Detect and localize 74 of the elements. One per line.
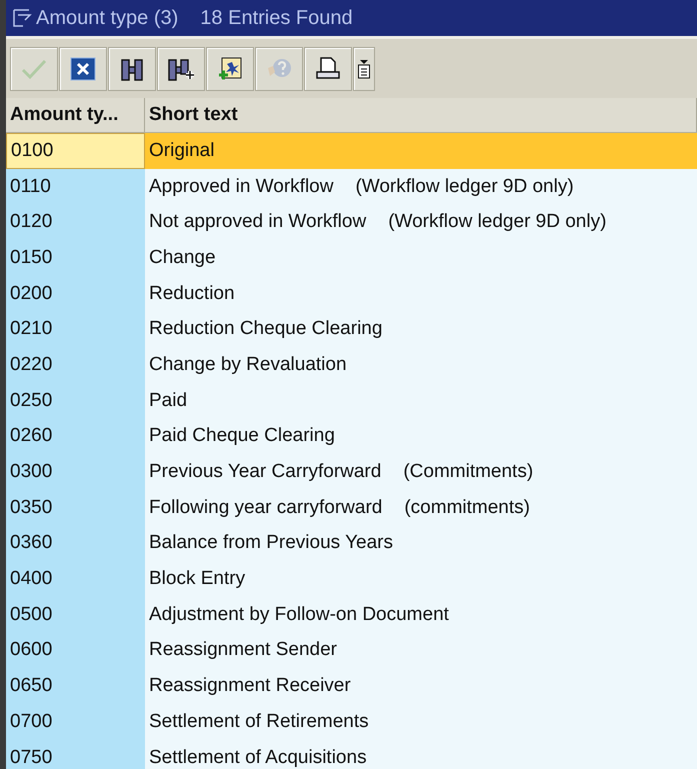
short-text-cell[interactable]: Paid	[145, 382, 697, 418]
code-cell[interactable]: 0250	[6, 382, 145, 418]
short-text-cell[interactable]: Settlement of Acquisitions	[145, 740, 697, 769]
short-text: Reduction Cheque Clearing	[149, 318, 382, 340]
code-cell[interactable]: 0500	[6, 596, 145, 633]
short-text: Reassignment Sender	[149, 639, 337, 662]
short-text-cell[interactable]: Settlement of Retirements	[145, 704, 697, 740]
short-text-cell[interactable]: Reduction	[145, 276, 697, 312]
short-text: Previous Year Carryforward	[149, 461, 382, 484]
short-text-cell[interactable]: Following year carryforward (commitments)	[145, 490, 697, 526]
code-cell[interactable]: 0300	[6, 454, 145, 490]
code-cell[interactable]: 0220	[6, 347, 145, 383]
code-cell[interactable]: 0210	[6, 311, 145, 348]
find-next-button[interactable]	[157, 46, 205, 90]
short-text: Balance from Previous Years	[149, 532, 393, 554]
code-cell[interactable]: 0110	[6, 168, 145, 204]
note-text: (Workflow ledger 9D only)	[355, 176, 574, 198]
window-title: Amount type (3)	[36, 6, 178, 30]
checkmark-icon	[21, 58, 47, 80]
code-cell[interactable]: 0750	[6, 740, 145, 769]
short-text-cell[interactable]: Approved in Workflow (Workflow ledger 9D only)	[145, 168, 697, 204]
note-text: (Commitments)	[403, 461, 534, 484]
short-text-cell[interactable]: Reassignment Sender	[145, 632, 697, 668]
short-text: Settlement of Acquisitions	[149, 746, 367, 769]
short-text-cell[interactable]: Reassignment Receiver	[145, 668, 697, 704]
list-menu-icon	[357, 58, 371, 80]
code-cell[interactable]: 0120	[6, 204, 145, 240]
short-text-cell[interactable]: Not approved in Workflow (Workflow ledger 9D only)	[145, 204, 697, 240]
column-header[interactable]: Short text	[145, 98, 697, 132]
short-text-cell[interactable]: Balance from Previous Years	[145, 526, 697, 562]
short-text: Reduction	[149, 282, 235, 305]
short-text: Approved in Workflow	[149, 176, 334, 198]
short-text-cell[interactable]: Change by Revaluation	[145, 347, 697, 383]
new-button[interactable]	[206, 46, 254, 90]
print-button[interactable]	[304, 46, 352, 90]
code-cell[interactable]: 0350	[6, 490, 145, 526]
short-text-cell[interactable]: Paid Cheque Clearing	[145, 418, 697, 454]
new-entry-icon	[217, 56, 243, 82]
code-cell[interactable]: 0400	[6, 561, 145, 597]
code-cell[interactable]: 0700	[6, 704, 145, 740]
printer-icon	[314, 56, 342, 82]
short-text-cell[interactable]: Previous Year Carryforward (Commitments)	[145, 454, 697, 490]
short-text: Paid	[149, 390, 188, 412]
code-cell[interactable]: 0360	[6, 526, 145, 562]
short-text-cell[interactable]: Adjustment by Follow-on Document	[145, 596, 697, 633]
cancel-button[interactable]	[59, 46, 107, 90]
short-text-cell[interactable]: Original	[145, 133, 697, 169]
short-text: Adjustment by Follow-on Document	[149, 604, 449, 626]
note-text: (commitments)	[404, 496, 530, 519]
code-cell[interactable]: 0150	[6, 240, 145, 276]
code-cell[interactable]: 0100	[6, 133, 145, 169]
code-cell[interactable]: 0650	[6, 668, 145, 704]
code-cell[interactable]: 0260	[6, 418, 145, 454]
short-text: Not approved in Workflow	[149, 211, 366, 234]
short-text-cell[interactable]: Change	[145, 240, 697, 276]
short-text-cell[interactable]: Reduction Cheque Clearing	[145, 311, 697, 348]
short-text: Paid Cheque Clearing	[149, 425, 335, 448]
find-button[interactable]	[108, 46, 156, 90]
menu-button[interactable]	[353, 46, 375, 90]
close-icon	[70, 56, 96, 80]
short-text: Original	[149, 140, 214, 162]
short-text: Change	[149, 246, 216, 269]
short-text: Reassignment Receiver	[149, 675, 351, 698]
column-header[interactable]: Amount ty...	[6, 98, 145, 132]
short-text: Settlement of Retirements	[149, 710, 369, 733]
short-text: Following year carryforward	[149, 496, 382, 519]
window-icon	[12, 8, 32, 28]
short-text: Change by Revaluation	[149, 354, 347, 376]
code-cell[interactable]: 0200	[6, 276, 145, 312]
entries-count: 18 Entries Found	[200, 6, 353, 30]
code-cell[interactable]: 0600	[6, 632, 145, 668]
short-text: Block Entry	[149, 568, 246, 590]
note-text: (Workflow ledger 9D only)	[388, 211, 606, 234]
short-text-cell[interactable]: Block Entry	[145, 561, 697, 597]
